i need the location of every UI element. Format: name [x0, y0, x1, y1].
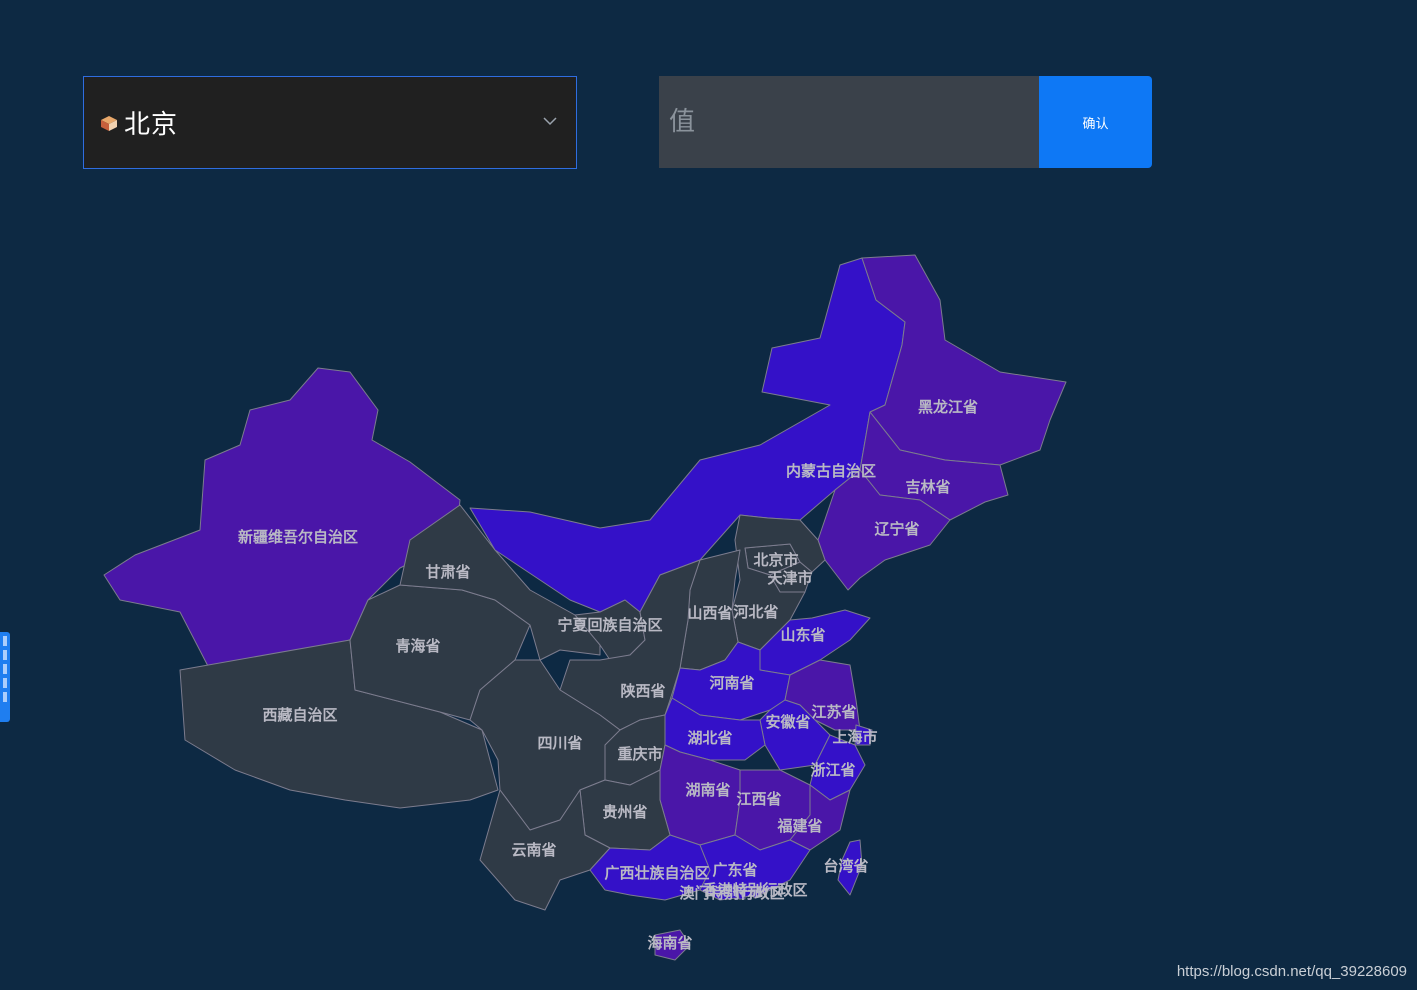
province-label: 甘肃省 [425, 563, 470, 581]
province-label: 广西壮族自治区 [604, 864, 709, 882]
province-label: 宁夏回族自治区 [557, 616, 662, 634]
province-label: 黑龙江省 [918, 398, 978, 416]
province-label: 湖北省 [687, 729, 732, 747]
province-label: 四川省 [537, 734, 582, 752]
province-label: 青海省 [395, 637, 440, 655]
province-label: 吉林省 [905, 478, 950, 496]
province-label: 安徽省 [765, 713, 810, 731]
province-label: 云南省 [511, 841, 556, 859]
province-label: 山西省 [687, 604, 732, 622]
province-label: 台湾省 [823, 857, 868, 875]
province-label: 天津市 [767, 569, 812, 587]
province-label: 浙江省 [810, 761, 855, 779]
province-label: 广东省 [712, 861, 757, 879]
province-label: 贵州省 [602, 803, 647, 821]
province-label: 湖南省 [685, 781, 730, 799]
province-label: 澳门特别行政区 [679, 884, 784, 902]
watermark: https://blog.csdn.net/qq_39228609 [1176, 963, 1407, 980]
province-label: 陕西省 [620, 682, 665, 700]
province-label: 江苏省 [811, 703, 856, 721]
province-label: 重庆市 [617, 745, 662, 763]
province-label: 北京市 [753, 551, 798, 569]
china-map: 新疆维吾尔自治区西藏自治区 青海省 甘肃省 内蒙古自治区 黑龙江省吉林省辽宁省北京市天津… [103, 254, 1067, 961]
province-label: 内蒙古自治区 [786, 462, 876, 480]
province-label: 江西省 [736, 790, 781, 808]
province-label: 上海市 [832, 728, 877, 746]
province-label: 河北省 [733, 603, 778, 621]
page: 北京 确认 新疆维吾尔自治区西藏自治区青海省甘肃省内蒙古自治区黑龙江省吉林省辽宁… [0, 0, 1417, 990]
province-label: 山东省 [780, 626, 825, 644]
province-label: 海南省 [647, 934, 692, 952]
province-label: 西藏自治区 [262, 706, 337, 724]
province-label: 辽宁省 [874, 520, 919, 538]
province-label: 河南省 [709, 674, 754, 692]
province-label: 新疆维吾尔自治区 [238, 528, 358, 546]
province-label: 福建省 [776, 817, 822, 835]
